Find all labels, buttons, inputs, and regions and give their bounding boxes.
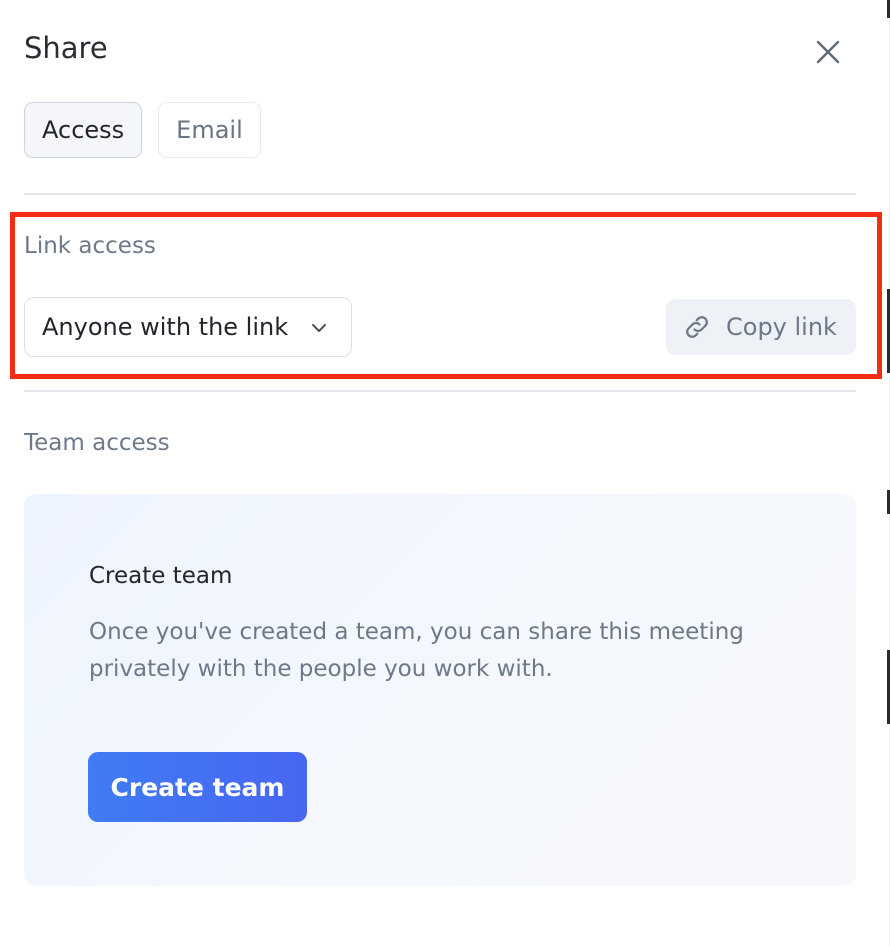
share-dialog: Share Access Email Link access Anyone wi… bbox=[0, 0, 890, 946]
tab-access[interactable]: Access bbox=[24, 102, 143, 158]
create-team-card: Create team Once you've created a team, … bbox=[24, 494, 856, 886]
highlight-box bbox=[10, 212, 882, 379]
team-access-label: Team access bbox=[24, 430, 170, 456]
close-button[interactable] bbox=[810, 34, 846, 70]
create-team-button[interactable]: Create team bbox=[88, 752, 307, 822]
tab-email[interactable]: Email bbox=[158, 102, 261, 158]
dialog-title: Share bbox=[24, 31, 108, 65]
card-title: Create team bbox=[89, 563, 233, 589]
divider bbox=[24, 390, 856, 392]
close-icon bbox=[816, 40, 840, 64]
card-description: Once you've created a team, you can shar… bbox=[89, 619, 744, 682]
share-tabs: Access Email bbox=[24, 102, 261, 158]
divider bbox=[24, 193, 856, 195]
